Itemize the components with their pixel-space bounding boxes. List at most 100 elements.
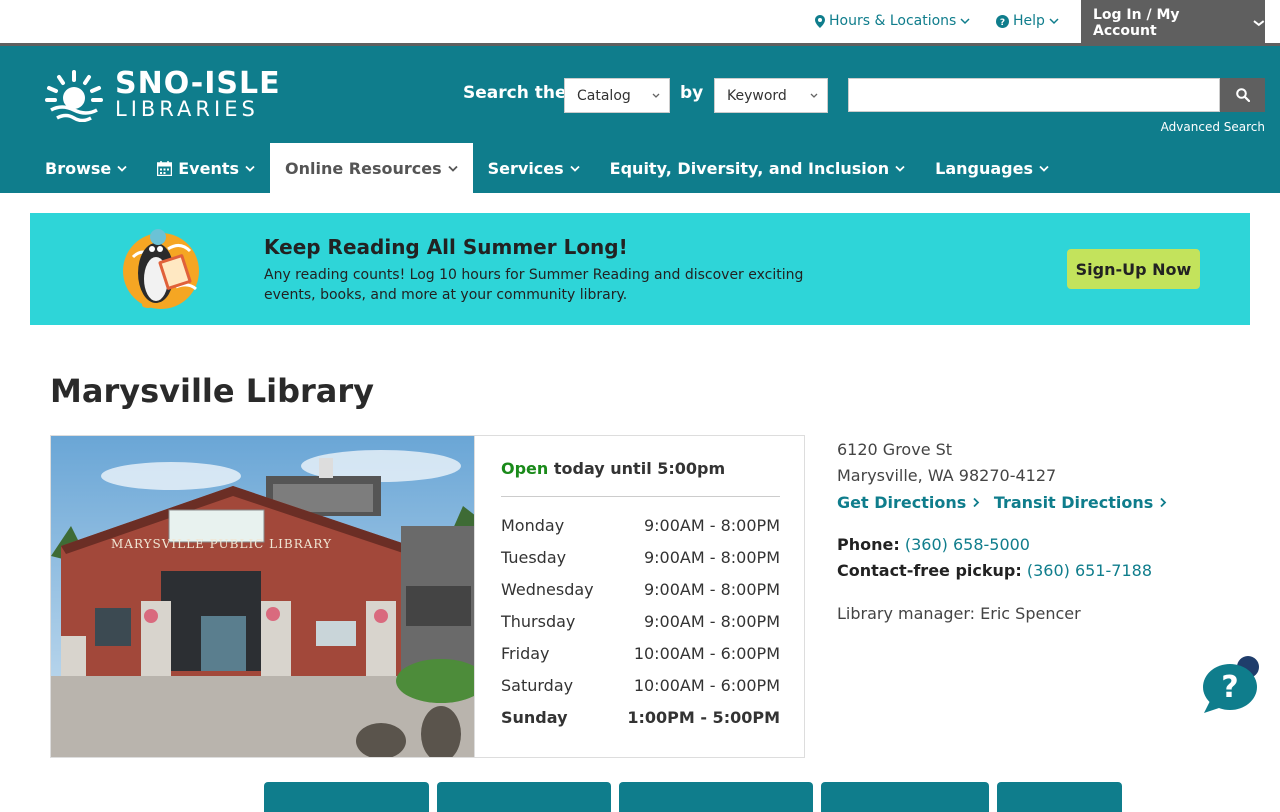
- logo-line2: LIBRARIES: [115, 97, 259, 121]
- hours-row-today: Sunday 1:00PM - 5:00PM: [501, 708, 780, 727]
- banner-text: Any reading counts! Log 10 hours for Sum…: [264, 267, 804, 303]
- search-input[interactable]: [848, 78, 1220, 112]
- hours-locations-link[interactable]: Hours & Locations: [815, 13, 970, 29]
- chat-widget-button[interactable]: ?: [1200, 653, 1264, 717]
- svg-text:?: ?: [1000, 18, 1005, 28]
- nav-item-label: Online Resources: [285, 158, 442, 178]
- search-scope-value: Catalog: [577, 87, 631, 104]
- hours-row: Saturday 10:00AM - 6:00PM: [501, 676, 780, 695]
- transit-directions-link[interactable]: Transit Directions: [994, 493, 1167, 512]
- banner-title: Keep Reading All Summer Long!: [264, 235, 628, 259]
- hours-time: 10:00AM - 6:00PM: [633, 676, 780, 695]
- hours-time: 9:00AM - 8:00PM: [643, 580, 780, 599]
- chevron-down-icon: [1049, 18, 1059, 25]
- open-status-label: Open: [501, 459, 549, 478]
- chevron-down-icon: [1039, 165, 1049, 172]
- bottom-action-button-1[interactable]: [264, 782, 429, 812]
- library-sign-text: MARYSVILLE PUBLIC LIBRARY: [111, 537, 332, 551]
- hours-time: 9:00AM - 8:00PM: [643, 516, 780, 535]
- chevron-right-icon: [1160, 497, 1167, 508]
- bottom-action-button-5[interactable]: [997, 782, 1122, 812]
- hours-day: Sunday: [501, 708, 568, 727]
- search-scope-select[interactable]: Catalog: [564, 78, 670, 113]
- hours-row: Friday 10:00AM - 6:00PM: [501, 644, 780, 663]
- site-logo[interactable]: SNO-ISLE LIBRARIES: [45, 68, 281, 122]
- search-icon: [1235, 88, 1250, 102]
- hours-row: Thursday 9:00AM - 8:00PM: [501, 612, 780, 631]
- map-pin-icon: [815, 14, 825, 28]
- chat-question-icon: ?: [1203, 656, 1259, 713]
- nav-item-browse[interactable]: Browse: [30, 143, 142, 193]
- address-line-2: Marysville, WA 98270-4127: [837, 466, 1057, 485]
- library-info: 6120 Grove St Marysville, WA 98270-4127 …: [837, 437, 1217, 623]
- summer-reading-banner: Keep Reading All Summer Long! Any readin…: [30, 213, 1250, 325]
- hours-time: 9:00AM - 8:00PM: [643, 612, 780, 631]
- help-link[interactable]: ? Help: [996, 13, 1059, 29]
- hours-locations-label: Hours & Locations: [829, 13, 957, 29]
- divider: [501, 496, 780, 497]
- signup-button[interactable]: Sign-Up Now: [1067, 249, 1200, 289]
- chevron-down-icon: [810, 93, 818, 98]
- library-photo: MARYSVILLE PUBLIC LIBRARY: [50, 435, 475, 758]
- search-field-select[interactable]: Keyword: [714, 78, 828, 113]
- nav-item-equity-diversity-inclusion[interactable]: Equity, Diversity, and Inclusion: [595, 143, 920, 193]
- bottom-action-button-4[interactable]: [821, 782, 989, 812]
- login-label: Log In / My Account: [1093, 7, 1180, 39]
- calendar-icon: [157, 160, 173, 176]
- address-line-1: 6120 Grove St: [837, 440, 953, 459]
- chevron-down-icon: [895, 165, 905, 172]
- chevron-down-icon: [652, 93, 660, 98]
- logo-line1: SNO-ISLE: [115, 66, 281, 101]
- library-manager: Library manager: Eric Spencer: [837, 604, 1081, 623]
- hours-day: Friday: [501, 644, 550, 663]
- nav-item-events[interactable]: Events: [142, 143, 270, 193]
- site-header: SNO-ISLE LIBRARIES Search the Catalog by…: [0, 46, 1280, 193]
- nav-item-label: Equity, Diversity, and Inclusion: [609, 158, 890, 178]
- get-directions-label: Get Directions: [837, 493, 967, 512]
- hours-day: Tuesday: [501, 548, 567, 567]
- chevron-down-icon: [960, 18, 970, 25]
- phone-link[interactable]: (360) 658-5000: [905, 535, 1030, 554]
- open-status: Open today until 5:00pm: [501, 459, 725, 478]
- main-nav: Browse Events Online Resources Services …: [30, 143, 1064, 193]
- chevron-down-icon: [245, 165, 255, 172]
- hours-row: Monday 9:00AM - 8:00PM: [501, 516, 780, 535]
- help-label: Help: [1013, 13, 1045, 29]
- question-circle-icon: ?: [996, 14, 1009, 28]
- search-button[interactable]: [1220, 78, 1265, 112]
- login-account-button[interactable]: Log In / My Account: [1081, 0, 1265, 46]
- search-field-value: Keyword: [727, 87, 787, 104]
- open-status-detail: today until 5:00pm: [553, 459, 726, 478]
- chevron-down-icon: [570, 165, 580, 172]
- transit-directions-label: Transit Directions: [993, 493, 1154, 512]
- svg-text:?: ?: [1221, 670, 1238, 705]
- chevron-down-icon: [1253, 20, 1265, 27]
- hours-row: Wednesday 9:00AM - 8:00PM: [501, 580, 780, 599]
- nav-item-services[interactable]: Services: [473, 143, 595, 193]
- hours-row: Tuesday 9:00AM - 8:00PM: [501, 548, 780, 567]
- hours-time: 1:00PM - 5:00PM: [627, 708, 780, 727]
- nav-item-label: Services: [487, 158, 564, 178]
- nav-item-languages[interactable]: Languages: [920, 143, 1064, 193]
- bottom-action-button-2[interactable]: [437, 782, 611, 812]
- pickup-phone-link[interactable]: (360) 651-7188: [1027, 561, 1152, 580]
- nav-item-label: Languages: [935, 158, 1034, 178]
- advanced-search-link[interactable]: Advanced Search: [1161, 120, 1265, 134]
- nav-item-label: Events: [178, 158, 240, 178]
- page-title: Marysville Library: [50, 372, 375, 410]
- chevron-right-icon: [973, 497, 980, 508]
- hours-day: Saturday: [501, 676, 574, 695]
- nav-item-online-resources[interactable]: Online Resources: [270, 143, 473, 193]
- by-label: by: [680, 83, 704, 103]
- nav-item-label: Browse: [45, 158, 112, 178]
- get-directions-link[interactable]: Get Directions: [837, 493, 980, 512]
- hours-panel: Open today until 5:00pm Monday 9:00AM - …: [475, 435, 805, 758]
- chevron-down-icon: [117, 165, 127, 172]
- bottom-action-button-3[interactable]: [619, 782, 813, 812]
- sun-logo-icon: [45, 70, 103, 122]
- hours-time: 9:00AM - 8:00PM: [643, 548, 780, 567]
- directions-links: Get Directions Transit Directions: [837, 493, 1167, 512]
- utility-bar: Hours & Locations ? Help Log In / My Acc…: [0, 0, 1280, 46]
- penguin-reading-illustration: [123, 229, 199, 309]
- contact-info: Phone: (360) 658-5000 Contact-free picku…: [837, 532, 1152, 584]
